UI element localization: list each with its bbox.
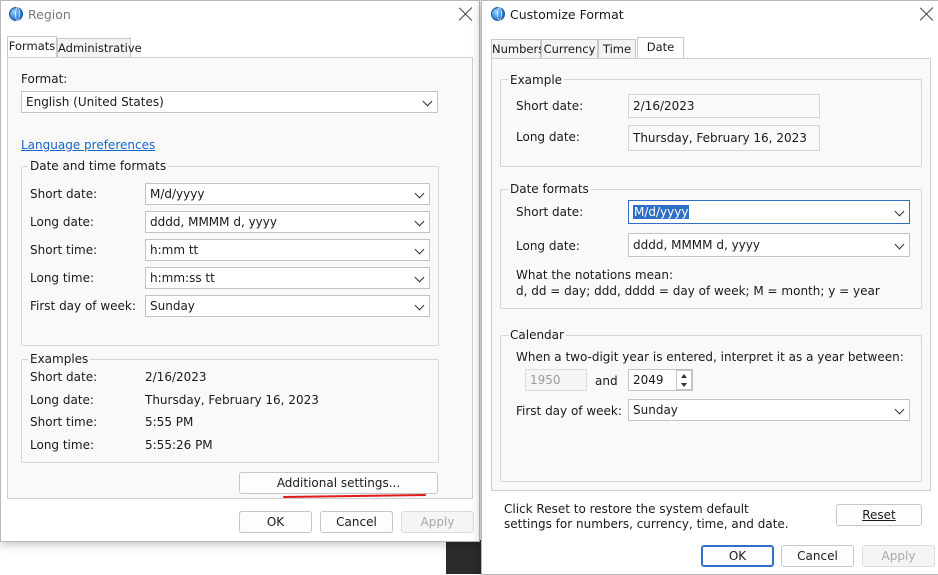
first-day-select[interactable]: Sunday	[628, 399, 910, 421]
long-date-value: dddd, MMMM d, yyyy	[633, 238, 760, 252]
tab-formats[interactable]: Formats	[7, 36, 57, 58]
examples-label: Examples	[28, 352, 91, 366]
close-icon[interactable]	[459, 7, 473, 21]
date-formats-label: Date formats	[508, 182, 591, 196]
ok-button[interactable]: OK	[701, 545, 774, 567]
first-day-label: First day of week:	[516, 404, 622, 418]
apply-button[interactable]: Apply	[862, 545, 935, 567]
first-day-label: First day of week:	[30, 299, 136, 313]
notation-title: What the notations mean:	[516, 268, 673, 282]
tab-currency[interactable]: Currency	[541, 39, 598, 59]
tab-numbers[interactable]: Numbers	[491, 39, 544, 59]
reset-button[interactable]: Reset	[836, 504, 922, 526]
chevron-down-icon	[422, 96, 433, 107]
example-short-label: Short date:	[516, 99, 584, 113]
first-day-select[interactable]: Sunday	[145, 295, 430, 317]
notation-text: d, dd = day; ddd, dddd = day of week; M …	[516, 284, 880, 298]
cancel-button[interactable]: Cancel	[781, 545, 854, 567]
format-value: English (United States)	[26, 95, 164, 109]
example-label: Short time:	[30, 415, 98, 429]
format-select[interactable]: English (United States)	[21, 91, 438, 113]
first-day-value: Sunday	[150, 299, 195, 313]
date-time-formats-label: Date and time formats	[28, 159, 169, 173]
example-group	[500, 79, 922, 167]
short-time-value: h:mm tt	[150, 243, 199, 257]
example-short-value: 2/16/2023	[633, 99, 695, 113]
short-date-label: Short date:	[30, 187, 98, 201]
long-time-value: h:mm:ss tt	[150, 271, 215, 285]
chevron-down-icon	[414, 216, 425, 227]
region-window: Region Formats Administrative Format: En…	[0, 0, 480, 542]
long-date-value: dddd, MMMM d, yyyy	[150, 215, 277, 229]
chevron-down-icon	[414, 244, 425, 255]
example-value: Thursday, February 16, 2023	[145, 393, 319, 407]
example-value: 5:55:26 PM	[145, 438, 213, 452]
example-short-value-box: 2/16/2023	[628, 94, 820, 118]
long-time-label: Long time:	[30, 271, 95, 285]
year-to-value[interactable]: 2049	[633, 373, 664, 387]
spin-up-icon[interactable]	[681, 374, 687, 378]
region-title: Region	[28, 7, 71, 22]
short-date-value: M/d/yyyy	[150, 187, 205, 201]
chevron-down-icon	[894, 206, 905, 217]
globe-icon	[9, 7, 23, 21]
long-time-select[interactable]: h:mm:ss tt	[145, 267, 430, 289]
example-label: Short date:	[30, 370, 98, 384]
tab-administrative[interactable]: Administrative	[57, 38, 142, 58]
first-day-value: Sunday	[633, 403, 678, 417]
spin-down-icon[interactable]	[681, 383, 687, 387]
example-label: Long time:	[30, 438, 95, 452]
short-time-label: Short time:	[30, 243, 98, 257]
apply-button[interactable]: Apply	[401, 511, 474, 533]
chevron-down-icon	[414, 272, 425, 283]
year-from-value: 1950	[530, 373, 561, 387]
example-long-value: Thursday, February 16, 2023	[633, 131, 807, 145]
chevron-down-icon	[894, 404, 905, 415]
two-digit-year-text: When a two-digit year is entered, interp…	[516, 350, 904, 364]
chevron-down-icon	[894, 239, 905, 250]
customize-format-window: Customize Format Numbers Currency Time D…	[481, 0, 938, 575]
chevron-down-icon	[414, 300, 425, 311]
reset-description: Click Reset to restore the system defaul…	[504, 502, 789, 531]
and-label: and	[595, 374, 618, 388]
formats-panel: Format: English (United States) Language…	[7, 57, 473, 499]
example-value: 2/16/2023	[145, 370, 207, 384]
calendar-label: Calendar	[508, 328, 566, 342]
additional-settings-button[interactable]: Additional settings...	[239, 472, 438, 494]
example-label: Long date:	[30, 393, 94, 407]
year-spinner[interactable]	[676, 370, 692, 390]
short-date-select[interactable]: M/d/yyyy	[145, 183, 430, 205]
tab-date[interactable]: Date	[637, 37, 684, 59]
year-from-field: 1950	[525, 369, 587, 391]
long-date-select[interactable]: dddd, MMMM d, yyyy	[145, 211, 430, 233]
short-date-label: Short date:	[516, 205, 584, 219]
tab-time[interactable]: Time	[598, 39, 636, 59]
short-date-select[interactable]: M/d/yyyy	[628, 200, 910, 224]
short-time-select[interactable]: h:mm tt	[145, 239, 430, 261]
long-date-select[interactable]: dddd, MMMM d, yyyy	[628, 233, 910, 257]
ok-button[interactable]: OK	[239, 511, 312, 533]
language-preferences-link[interactable]: Language preferences	[21, 138, 155, 152]
globe-icon	[491, 7, 505, 21]
example-long-value-box: Thursday, February 16, 2023	[628, 125, 820, 151]
example-value: 5:55 PM	[145, 415, 194, 429]
close-icon[interactable]	[920, 7, 934, 21]
cancel-button[interactable]: Cancel	[320, 511, 393, 533]
customize-title: Customize Format	[510, 7, 624, 22]
desktop-background	[446, 540, 482, 574]
short-date-value[interactable]: M/d/yyyy	[633, 205, 690, 219]
date-panel: Example Short date: 2/16/2023 Long date:…	[491, 58, 931, 491]
example-long-label: Long date:	[516, 130, 580, 144]
format-label: Format:	[21, 72, 68, 86]
example-group-label: Example	[508, 73, 565, 87]
long-date-label: Long date:	[516, 239, 580, 253]
long-date-label: Long date:	[30, 215, 94, 229]
chevron-down-icon	[414, 188, 425, 199]
